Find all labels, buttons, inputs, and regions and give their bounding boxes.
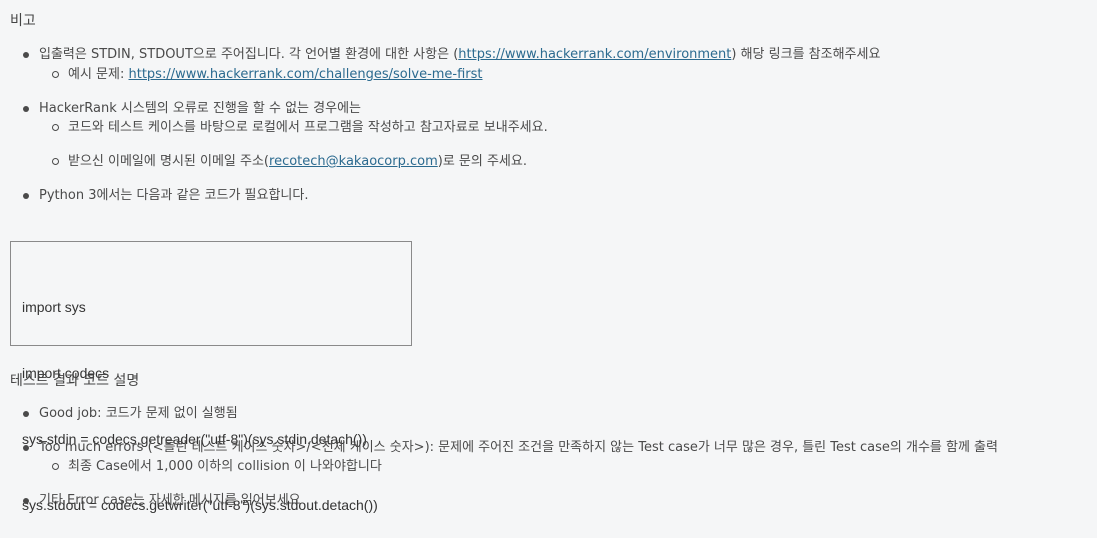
item-text: 입출력은 STDIN, STDOUT으로 주어집니다. 각 언어별 환경에 대한… [39,47,459,62]
code-block: import sys import codecs sys.stdin = cod… [10,241,412,513]
item-text: 예시 문제: [68,67,129,82]
circle-bullet-icon [52,158,59,165]
email-link[interactable]: recotech@kakaocorp.com [269,154,438,169]
item-text: ) 해당 링크를 참조해주세요 [731,47,881,62]
bullet-icon [23,498,29,504]
item-text: Too much errors (<틀린 테스트 케이스 숫자>/<전체 케이스… [39,440,998,455]
item-text: Python 3에서는 다음과 같은 코드가 필요합니다. [39,188,309,203]
circle-bullet-icon [52,463,59,470]
item-text: 받으신 이메일에 명시된 이메일 주소( [68,154,270,169]
notes-heading: 비고 [10,13,36,29]
code-line: import sys [22,299,86,315]
example-problem-link[interactable]: https://www.hackerrank.com/challenges/so… [129,67,483,82]
item-text: Good job: 코드가 문제 없이 실행됨 [39,406,238,421]
bullet-icon [23,411,29,417]
bullet-icon [23,106,29,112]
bullet-icon [23,445,29,451]
bullet-icon [23,193,29,199]
item-text: 기타 Error case는 자세한 메시지를 읽어보세요 [39,493,301,508]
item-text: 최종 Case에서 1,000 이하의 collision 이 나와야합니다 [68,459,382,474]
item-text: )로 문의 주세요. [437,154,527,169]
circle-bullet-icon [52,71,59,78]
circle-bullet-icon [52,124,59,131]
environment-link[interactable]: https://www.hackerrank.com/environment [458,47,731,62]
results-heading: 테스트 결과 코드 설명 [10,373,140,389]
item-text: HackerRank 시스템의 오류로 진행을 할 수 없는 경우에는 [39,101,361,116]
item-text: 코드와 테스트 케이스를 바탕으로 로컬에서 프로그램을 작성하고 참고자료로 … [68,120,548,135]
bullet-icon [23,52,29,58]
